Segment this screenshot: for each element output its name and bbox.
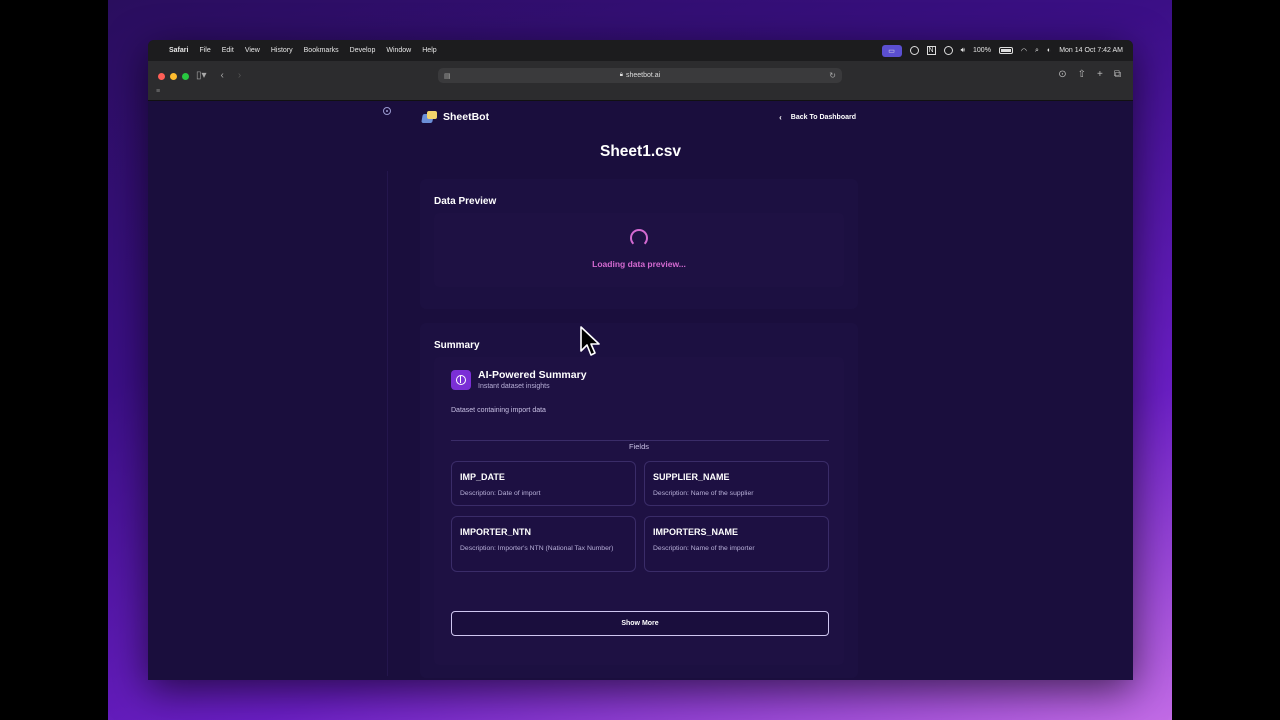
field-description: Description: Name of the importer	[653, 545, 755, 552]
dataset-description: Dataset containing import data	[451, 407, 546, 414]
share-icon[interactable]: ⇧	[1078, 69, 1086, 80]
page-settings-icon[interactable]: ▤	[444, 72, 451, 80]
menu-view[interactable]: View	[245, 47, 260, 54]
macos-menubar: Safari File Edit View History Bookmarks …	[148, 40, 1133, 61]
loading-spinner-icon	[630, 229, 648, 247]
chevron-left-icon: ‹	[779, 113, 782, 122]
play-icon[interactable]	[943, 46, 953, 55]
menu-history[interactable]: History	[271, 47, 293, 54]
safari-toolbar: ▯▾ ‹ › ▤ 🔒︎ sheetbot.ai ↻ ⊙ ⇧ + ⧉ ≡	[148, 61, 1133, 101]
field-name: IMPORTERS_NAME	[653, 527, 739, 537]
forward-icon[interactable]: ›	[238, 70, 241, 81]
sidebar-divider	[387, 171, 388, 676]
battery-percent: 100%	[973, 47, 991, 54]
volume-icon[interactable]: 🔊︎	[961, 47, 965, 55]
downloads-icon[interactable]: ⊙	[1058, 69, 1066, 80]
menu-window[interactable]: Window	[386, 47, 411, 54]
address-bar[interactable]: ▤ 🔒︎ sheetbot.ai ↻	[438, 68, 842, 83]
notion-icon[interactable]: N	[926, 46, 936, 55]
summary-title: Summary	[434, 340, 480, 351]
field-card: IMP_DATE Description: Date of import	[451, 461, 636, 506]
field-name: IMPORTER_NTN	[460, 527, 532, 537]
control-center-icon[interactable]: ◐	[1047, 47, 1051, 54]
menu-edit[interactable]: Edit	[222, 47, 234, 54]
sidebar-toggle-dot[interactable]	[383, 107, 391, 115]
tab-overview-icon[interactable]: ⧉	[1114, 69, 1121, 80]
wifi-icon[interactable]: ◠	[1021, 47, 1027, 55]
brand[interactable]: SheetBot	[421, 111, 490, 123]
battery-icon[interactable]	[998, 47, 1013, 54]
record-icon[interactable]	[909, 46, 919, 55]
zoom-window-icon[interactable]	[182, 73, 189, 80]
new-tab-icon[interactable]: +	[1097, 69, 1103, 80]
page-title: Sheet1.csv	[600, 143, 681, 160]
menu-app-name[interactable]: Safari	[169, 47, 188, 54]
menu-develop[interactable]: Develop	[350, 47, 376, 54]
mouse-cursor-icon	[580, 326, 600, 356]
back-to-dashboard-label: Back To Dashboard	[790, 114, 856, 121]
browser-window: Safari File Edit View History Bookmarks …	[148, 40, 1133, 680]
fields-label: Fields	[620, 442, 657, 451]
sheetbot-logo-icon	[421, 111, 437, 123]
close-window-icon[interactable]	[158, 73, 165, 80]
field-description: Description: Importer's NTN (National Ta…	[460, 545, 614, 552]
show-more-button[interactable]: Show More	[451, 611, 829, 636]
brain-icon	[451, 370, 471, 390]
field-description: Description: Name of the supplier	[653, 490, 754, 497]
field-card: IMPORTER_NTN Description: Importer's NTN…	[451, 516, 636, 572]
url-text[interactable]: sheetbot.ai	[626, 72, 660, 79]
lock-icon: 🔒︎	[619, 72, 623, 78]
toolbar-actions: ⊙ ⇧ + ⧉	[1058, 69, 1121, 80]
favorites-bar-icon[interactable]: ≡	[156, 88, 160, 95]
menubar-clock[interactable]: Mon 14 Oct 7:42 AM	[1059, 47, 1123, 54]
brand-name: SheetBot	[443, 111, 490, 123]
field-name: IMP_DATE	[460, 472, 505, 482]
spotlight-icon[interactable]: ⌕	[1035, 47, 1039, 55]
fields-heading: Fields	[434, 436, 844, 454]
menu-help[interactable]: Help	[422, 47, 436, 54]
ai-summary-title: AI-Powered Summary	[478, 369, 587, 381]
sidebar-toggle-icon[interactable]: ▯▾	[196, 70, 207, 81]
reload-icon[interactable]: ↻	[829, 71, 836, 80]
back-icon[interactable]: ‹	[221, 70, 224, 81]
toolbar-nav: ▯▾ ‹ ›	[196, 70, 241, 81]
back-to-dashboard-link[interactable]: ‹ Back To Dashboard	[779, 113, 856, 122]
summary-card: Summary AI-Powered Summary Instant datas…	[420, 323, 858, 678]
menubar-status-area: ▭ N 🔊︎ 100% ◠ ⌕ ◐ Mon 14 Oct 7:42 AM	[881, 44, 1123, 57]
menu-file[interactable]: File	[199, 47, 210, 54]
minimize-window-icon[interactable]	[170, 73, 177, 80]
data-preview-area: Loading data preview...	[434, 213, 844, 287]
ai-summary-subtitle: Instant dataset insights	[478, 383, 550, 390]
window-controls	[158, 73, 189, 80]
data-preview-card: Data Preview Loading data preview...	[420, 179, 858, 309]
field-description: Description: Date of import	[460, 490, 541, 497]
data-preview-title: Data Preview	[434, 196, 497, 207]
loading-text: Loading data preview...	[592, 259, 686, 269]
field-name: SUPPLIER_NAME	[653, 472, 730, 482]
menu-bookmarks[interactable]: Bookmarks	[304, 47, 339, 54]
field-card: SUPPLIER_NAME Description: Name of the s…	[644, 461, 829, 506]
field-card: IMPORTERS_NAME Description: Name of the …	[644, 516, 829, 572]
web-page: SheetBot ‹ Back To Dashboard Sheet1.csv …	[148, 101, 1133, 680]
screen-share-icon[interactable]: ▭	[881, 44, 902, 57]
ai-summary-panel: AI-Powered Summary Instant dataset insig…	[434, 357, 844, 665]
